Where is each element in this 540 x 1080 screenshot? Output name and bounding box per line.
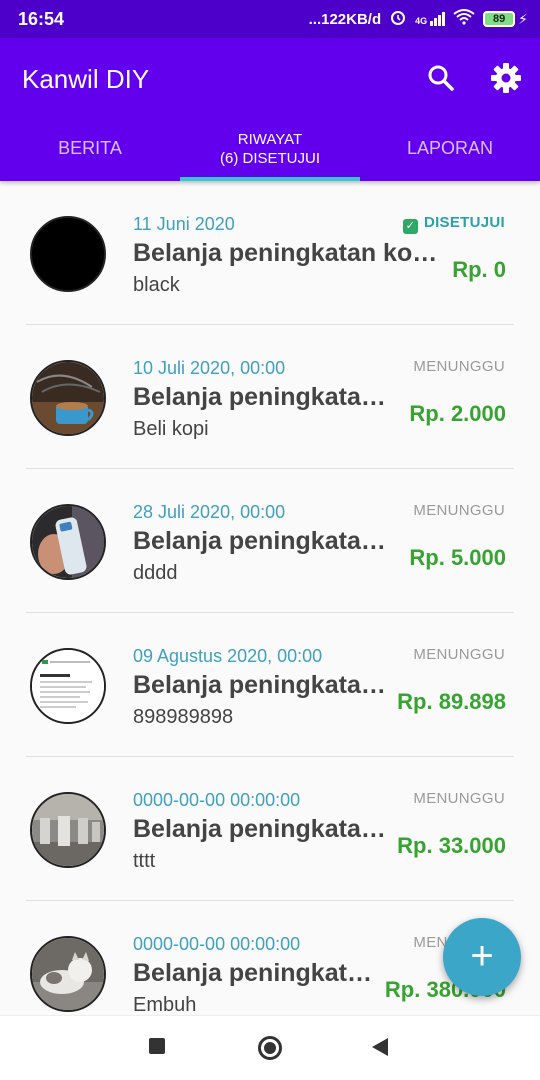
- list-item[interactable]: 10 Juli 2020, 00:00 MENUNGGU Belanja pen…: [0, 325, 540, 469]
- item-title: Belanja peningkatan k...: [133, 815, 395, 843]
- list-item[interactable]: 0000-00-00 00:00:00 MENUNGGU Belanja pen…: [0, 757, 540, 901]
- list-item[interactable]: 11 Juni 2020 ✓ DISETUJUI Belanja peningka…: [0, 181, 540, 325]
- avatar: [30, 360, 106, 436]
- alarm-icon: [389, 8, 407, 30]
- item-date: 09 Agustus 2020, 00:00: [133, 646, 323, 666]
- tab-riwayat[interactable]: RIWAYAT (6) DISETUJUI: [180, 128, 360, 181]
- system-nav-bar: [0, 1015, 540, 1080]
- history-list[interactable]: 11 Juni 2020 ✓ DISETUJUI Belanja peningka…: [0, 181, 540, 1015]
- list-item[interactable]: 09 Agustus 2020, 00:00 MENUNGGU Belanja …: [0, 613, 540, 757]
- item-date: 0000-00-00 00:00:00: [133, 790, 301, 810]
- add-button[interactable]: +: [443, 918, 521, 996]
- app-title: Kanwil DIY: [22, 64, 150, 94]
- item-desc: Beli kopi: [133, 418, 209, 440]
- check-icon: ✓: [402, 219, 418, 234]
- recents-button[interactable]: [149, 1038, 165, 1054]
- status-icons: ...122KB/d 4G 89 ⚡: [309, 8, 528, 30]
- tab-laporan[interactable]: LAPORAN: [360, 128, 540, 181]
- item-title: Belanja peningkatan k...: [133, 671, 395, 699]
- signal-icon: 4G: [415, 12, 446, 26]
- item-amount: Rp. 2.000: [409, 401, 506, 426]
- status-badge: ✓ DISETUJUI: [402, 214, 505, 234]
- item-amount: Rp. 89.898: [397, 689, 506, 714]
- search-icon[interactable]: [426, 63, 456, 93]
- battery-icon: 89 ⚡: [483, 11, 528, 28]
- item-amount: Rp. 0: [452, 257, 506, 282]
- network-type: 4G: [415, 16, 428, 26]
- item-desc: 898989898: [133, 706, 234, 728]
- item-date: 0000-00-00 00:00:00: [133, 934, 301, 954]
- gear-icon[interactable]: [490, 62, 522, 94]
- tab-bar: BERITA RIWAYAT (6) DISETUJUI LAPORAN: [0, 128, 540, 181]
- item-desc: tttt: [133, 850, 156, 872]
- item-title: Belanja peningkatan k...: [133, 527, 395, 555]
- avatar: [30, 792, 106, 868]
- back-button[interactable]: [372, 1038, 388, 1056]
- item-desc: dddd: [133, 562, 178, 584]
- status-badge: MENUNGGU: [413, 502, 505, 519]
- avatar: [30, 216, 106, 292]
- item-amount: Rp. 5.000: [409, 545, 506, 570]
- wifi-icon: [453, 9, 475, 29]
- network-speed: ...122KB/d: [308, 10, 382, 28]
- item-desc: black: [133, 274, 180, 296]
- list-item[interactable]: 28 Juli 2020, 00:00 MENUNGGU Belanja pen…: [0, 469, 540, 613]
- item-date: 28 Juli 2020, 00:00: [133, 502, 286, 522]
- item-title: Belanja peningkatan k...: [133, 383, 395, 411]
- app-bar: Kanwil DIY BERITA RIWAYAT (6) DISETUJUI …: [0, 38, 540, 181]
- avatar: [30, 504, 106, 580]
- home-button[interactable]: [258, 1036, 282, 1060]
- item-date: 10 Juli 2020, 00:00: [133, 358, 286, 378]
- status-badge: MENUNGGU: [413, 646, 505, 663]
- item-title: Belanja peningkatan komp...: [133, 239, 445, 267]
- status-time: 16:54: [18, 9, 65, 29]
- tab-berita[interactable]: BERITA: [0, 128, 180, 181]
- avatar: [30, 648, 106, 724]
- avatar: [30, 936, 106, 1012]
- item-title: Belanja peningkatan...: [133, 959, 378, 987]
- plus-icon: +: [470, 934, 494, 978]
- status-badge: MENUNGGU: [413, 358, 505, 375]
- item-amount: Rp. 33.000: [397, 833, 506, 858]
- status-badge: MENUNGGU: [413, 790, 505, 807]
- status-bar: 16:54 ...122KB/d 4G 89 ⚡: [0, 0, 540, 38]
- item-date: 11 Juni 2020: [133, 214, 235, 234]
- item-desc: Embuh: [133, 994, 197, 1015]
